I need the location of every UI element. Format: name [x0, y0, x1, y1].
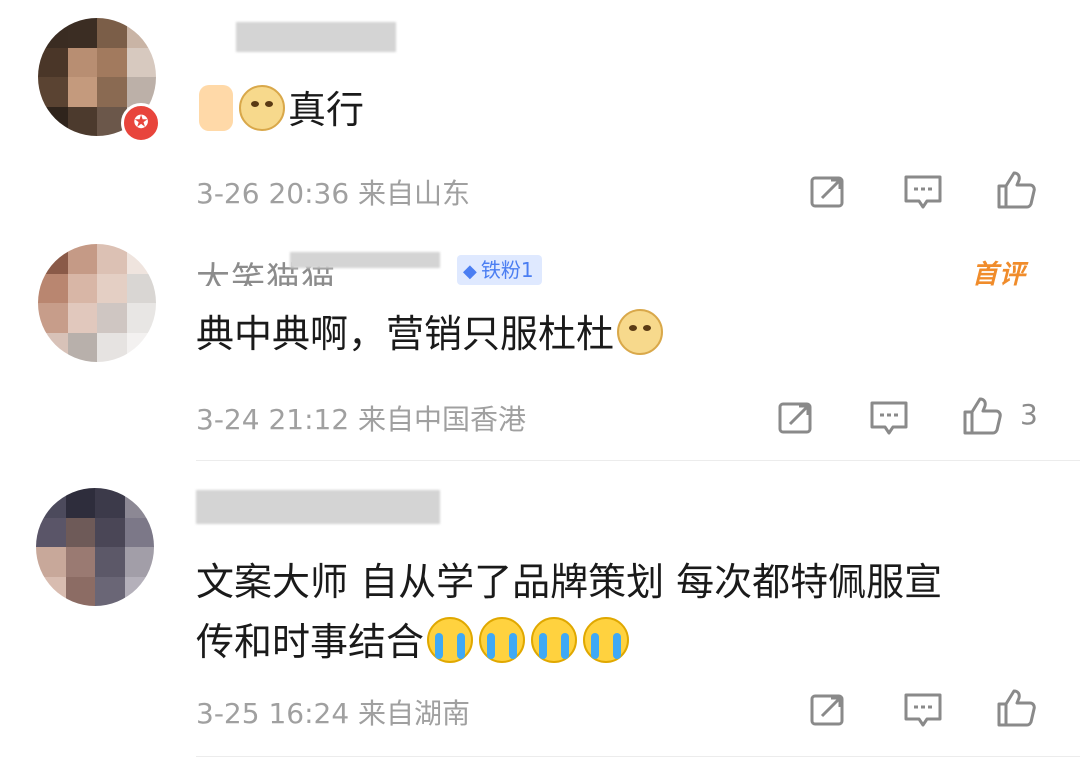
comment-text: 真行 — [196, 80, 364, 140]
comment-item: 大笑猫猫_... ◆ 铁粉1 首评 典中典啊，营销只服杜杜 3-24 21:12 … — [0, 230, 1080, 462]
share-icon[interactable] — [774, 396, 818, 440]
comment-meta: 3-24 21:12 来自中国香港 — [196, 398, 526, 438]
avatar[interactable] — [36, 488, 154, 606]
username-blurred[interactable] — [236, 22, 396, 52]
comment-item: 文案大师 自从学了品牌策划 每次都特佩服宣 传和时事结合 3-25 16:24 … — [0, 462, 1080, 759]
comment-location: 来自山东 — [358, 177, 471, 210]
comment-time: 3-24 21:12 — [196, 403, 350, 436]
avatar[interactable] — [38, 244, 156, 362]
comment-icon[interactable] — [901, 688, 945, 732]
fan-badge[interactable]: ◆ 铁粉1 — [457, 255, 542, 285]
comment-meta: 3-26 20:36 来自山东 — [196, 172, 470, 212]
share-icon[interactable] — [806, 688, 850, 732]
divider — [196, 460, 1080, 461]
comment-time: 3-25 16:24 — [196, 697, 350, 730]
comment-icon[interactable] — [867, 396, 911, 440]
comment-meta: 3-25 16:24 来自湖南 — [196, 692, 470, 732]
doge-emoji — [617, 309, 664, 355]
divider — [196, 756, 1080, 757]
comment-text-line2: 传和时事结合 — [196, 612, 632, 672]
comment-location: 来自中国香港 — [358, 403, 527, 436]
comment-location: 来自湖南 — [358, 697, 471, 730]
username-blurred[interactable] — [196, 490, 440, 524]
like-icon[interactable] — [960, 394, 1004, 438]
diamond-icon: ◆ — [463, 261, 477, 282]
like-icon[interactable] — [994, 686, 1038, 730]
thumbs-up-emoji — [199, 85, 233, 131]
first-comment-tag: 首评 — [972, 260, 1027, 290]
comment-text: 文案大师 自从学了品牌策划 每次都特佩服宣 — [196, 560, 943, 604]
crying-emoji — [531, 617, 578, 663]
comment-icon[interactable] — [901, 170, 945, 214]
vip-badge-icon: ✪ — [121, 103, 161, 143]
comment-item: ✪ 真行 3-26 20:36 来自山东 — [0, 0, 1080, 230]
crying-emoji — [479, 617, 526, 663]
crying-emoji — [427, 617, 474, 663]
comment-text: 典中典啊，营销只服杜杜 — [196, 304, 666, 364]
crying-emoji — [583, 617, 630, 663]
share-icon[interactable] — [806, 170, 850, 214]
username-blurred — [290, 252, 440, 268]
doge-emoji — [239, 85, 285, 131]
like-count: 3 — [1020, 398, 1038, 431]
like-icon[interactable] — [994, 168, 1038, 212]
comment-time: 3-26 20:36 — [196, 177, 350, 210]
